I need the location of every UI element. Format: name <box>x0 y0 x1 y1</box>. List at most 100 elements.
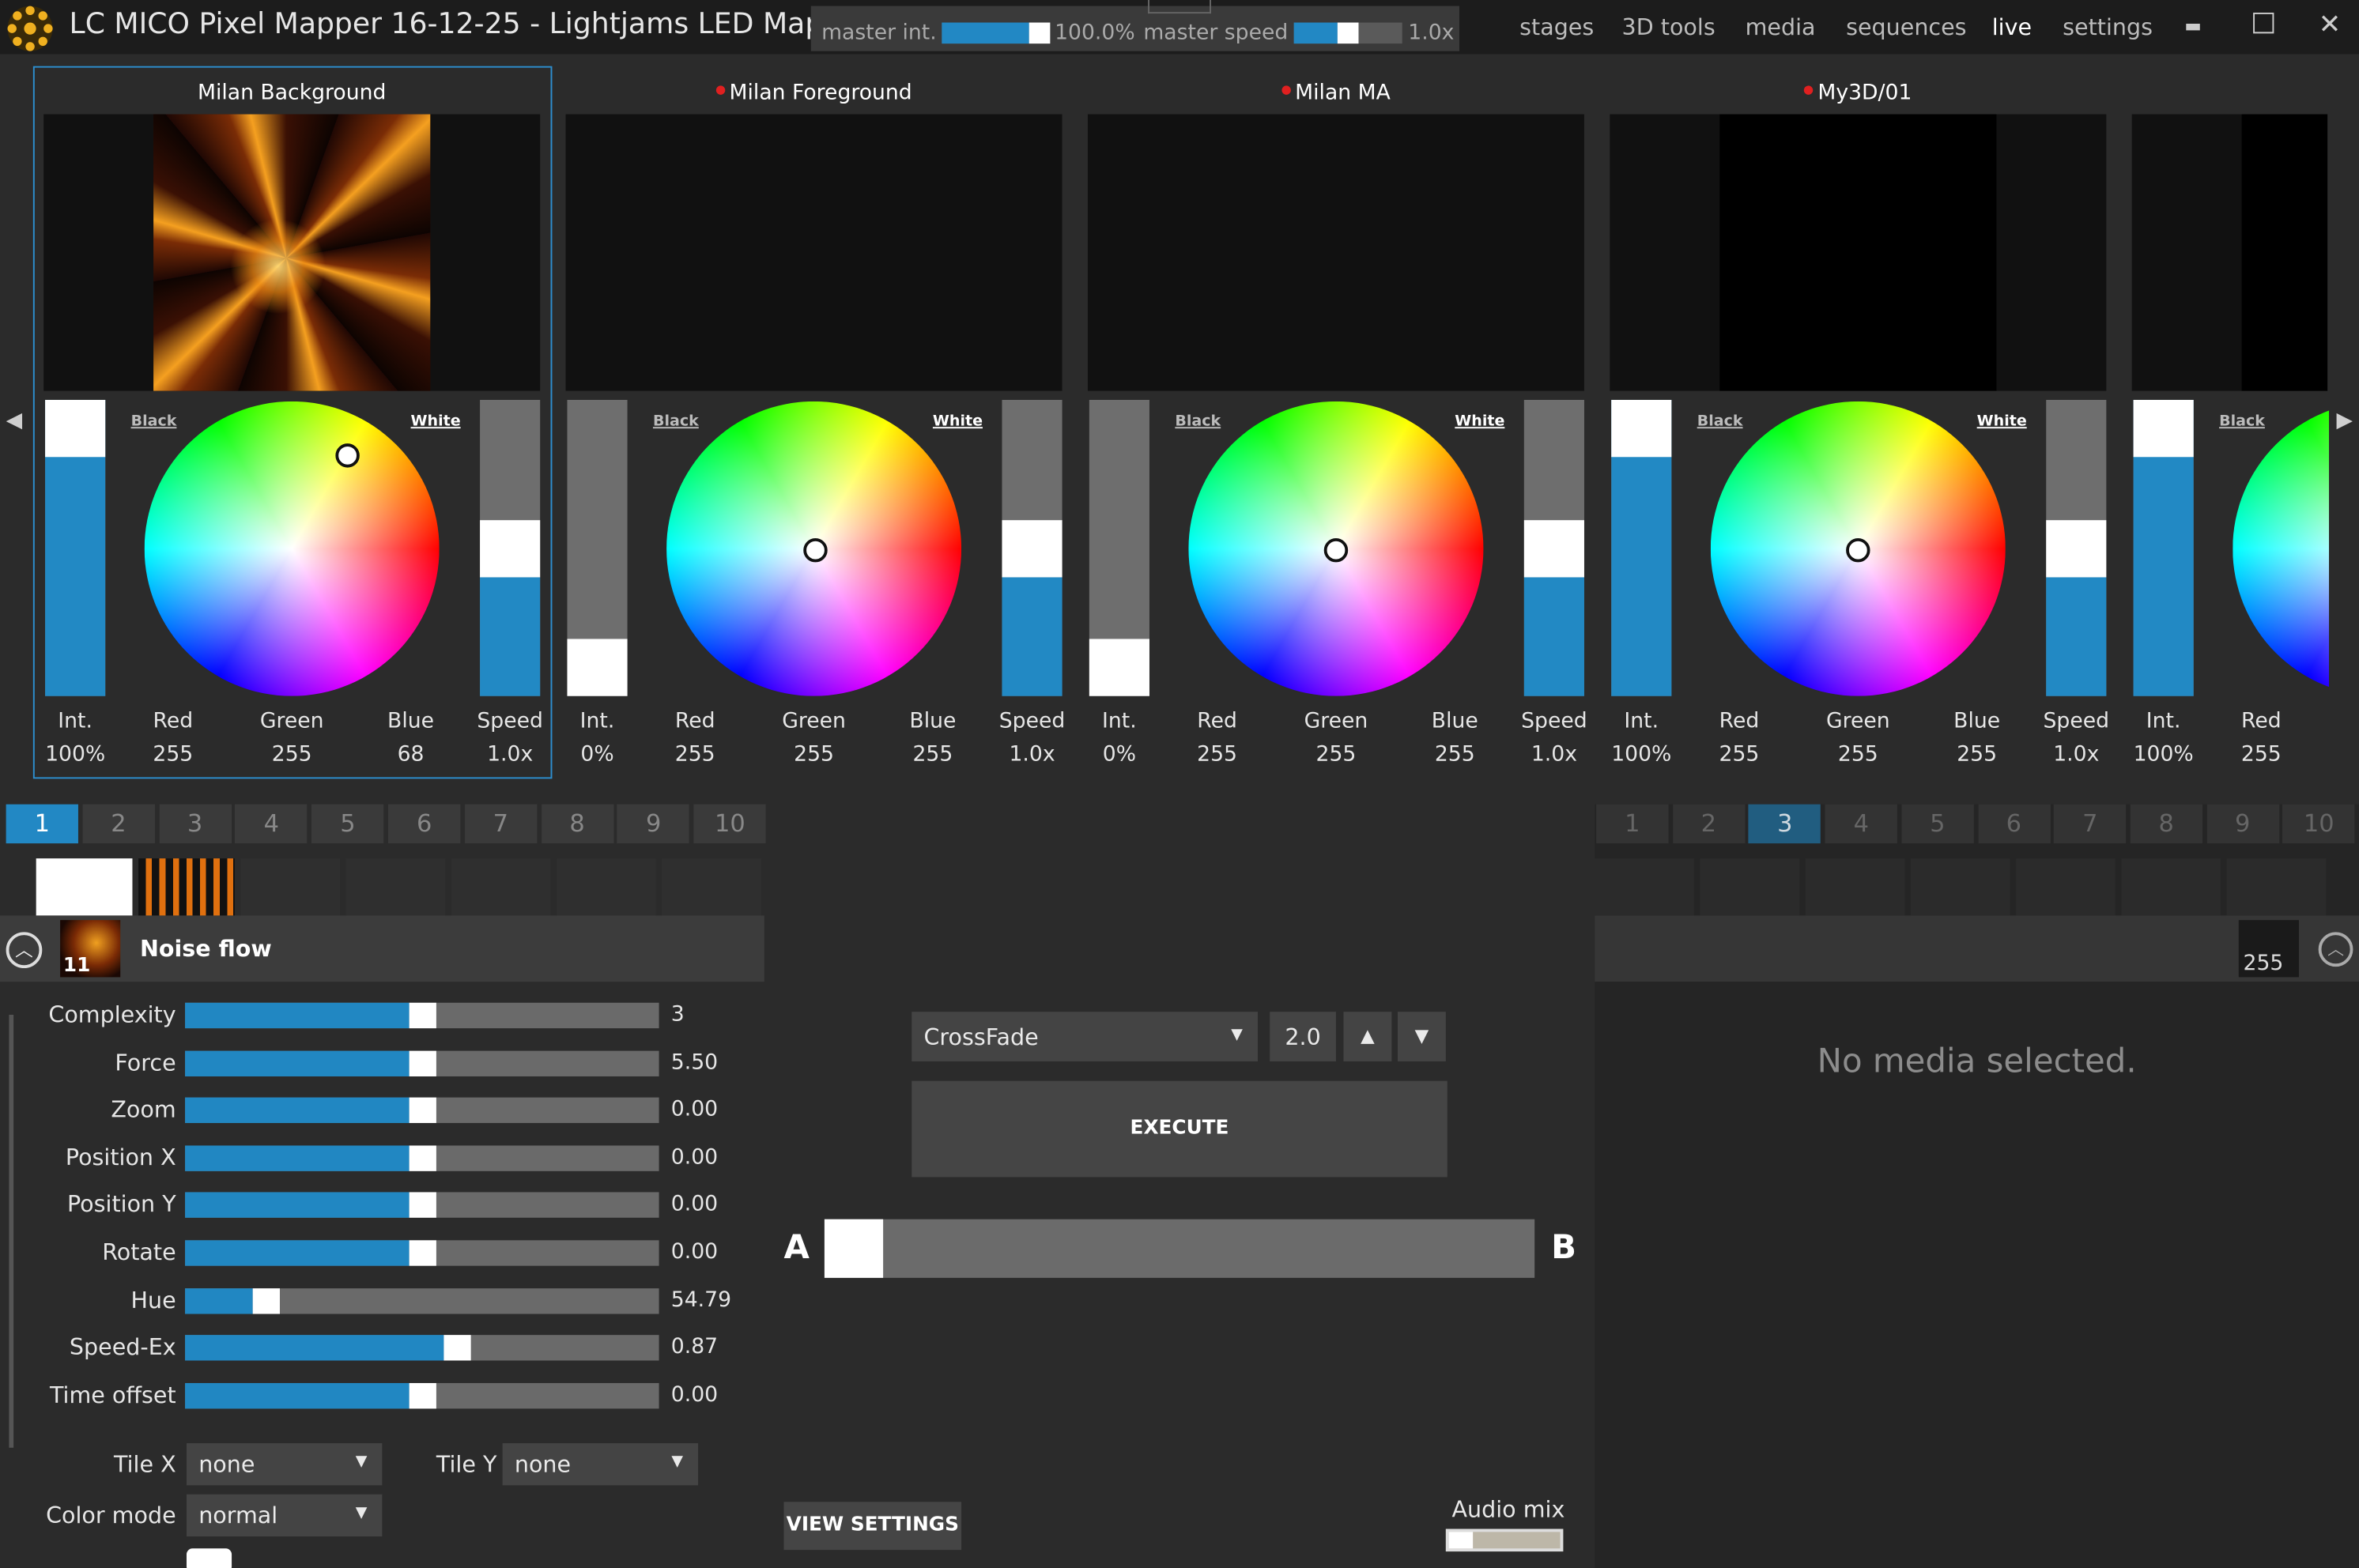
duration-up-icon[interactable]: ▲ <box>1343 1012 1392 1061</box>
param-value[interactable]: 54.79 <box>671 1287 731 1311</box>
intensity-thumb[interactable] <box>45 399 106 458</box>
speed-thumb[interactable] <box>2046 520 2107 578</box>
param-thumb[interactable] <box>443 1335 472 1361</box>
color-wheel[interactable] <box>144 401 440 696</box>
param-slider[interactable] <box>185 1145 659 1171</box>
media-slot[interactable] <box>2226 858 2327 916</box>
menu-stages[interactable]: stages <box>1519 13 1594 40</box>
layer-tab-7[interactable]: 7 <box>464 804 538 844</box>
layer-tab-3[interactable]: 3 <box>158 804 232 844</box>
master-speed-slider[interactable] <box>1293 22 1402 44</box>
duration-down-icon[interactable]: ▼ <box>1397 1012 1446 1061</box>
intensity-thumb[interactable] <box>1611 399 1672 458</box>
speed-slider[interactable] <box>2046 399 2107 696</box>
layer-tab-10[interactable]: 10 <box>2282 804 2355 844</box>
speed-thumb[interactable] <box>1523 520 1584 578</box>
media-slot[interactable] <box>2016 858 2116 916</box>
intensity-slider[interactable] <box>567 399 628 696</box>
speed-thumb[interactable] <box>480 520 541 578</box>
layer-tab-2[interactable]: 2 <box>1672 804 1746 844</box>
param-value[interactable]: 0.00 <box>671 1193 718 1216</box>
media-slot[interactable] <box>662 858 761 916</box>
layer-tab-9[interactable]: 9 <box>2206 804 2279 844</box>
scroll-right-icon[interactable]: ▶ <box>2337 409 2353 432</box>
color-wheel[interactable] <box>2233 401 2329 696</box>
black-label[interactable]: Black <box>653 413 699 430</box>
layer-tab-3[interactable]: 3 <box>1749 804 1821 844</box>
black-label[interactable]: Black <box>1697 413 1743 430</box>
menu-settings[interactable]: settings <box>2063 13 2153 40</box>
menu-live[interactable]: live <box>1992 13 2032 40</box>
stage-preview[interactable] <box>1087 114 1584 391</box>
param-slider[interactable] <box>185 1193 659 1219</box>
param-thumb[interactable] <box>408 1193 436 1219</box>
media-slot[interactable] <box>557 858 656 916</box>
view-settings-button[interactable]: VIEW SETTINGS <box>783 1502 962 1551</box>
maximize-icon[interactable]: □ <box>2251 6 2276 38</box>
color-selector[interactable] <box>335 443 360 468</box>
minimize-icon[interactable]: ▬ <box>2184 15 2202 36</box>
param-thumb[interactable] <box>408 1145 436 1171</box>
layer-tab-6[interactable]: 6 <box>387 804 461 844</box>
speed-slider[interactable] <box>1002 399 1062 696</box>
stage-preview[interactable] <box>1610 114 2107 391</box>
media-slot[interactable] <box>1910 858 2010 916</box>
collapse-icon[interactable]: ︿ <box>2318 932 2353 967</box>
tile-x-dropdown[interactable]: none ▼ <box>186 1443 383 1486</box>
speed-slider[interactable] <box>1523 399 1584 696</box>
layer-tab-4[interactable]: 4 <box>1825 804 1897 844</box>
param-value[interactable]: 0.00 <box>671 1098 718 1121</box>
color-mode-dropdown[interactable]: normal ▼ <box>186 1494 383 1537</box>
param-value[interactable]: 0.00 <box>671 1240 718 1264</box>
master-int-slider[interactable] <box>942 22 1051 44</box>
param-slider[interactable] <box>185 1382 659 1408</box>
stage-preview[interactable] <box>43 114 541 391</box>
collapse-icon[interactable]: ︿ <box>6 932 43 969</box>
intensity-slider[interactable] <box>45 399 106 696</box>
speed-slider[interactable] <box>480 399 541 696</box>
menu-sequences[interactable]: sequences <box>1846 13 1966 40</box>
param-value[interactable]: 0.00 <box>671 1383 718 1407</box>
intensity-slider[interactable] <box>1089 399 1149 696</box>
param-thumb[interactable] <box>408 1382 436 1408</box>
layer-tab-9[interactable]: 9 <box>617 804 690 844</box>
menu-3d-tools[interactable]: 3D tools <box>1622 13 1715 40</box>
param-thumb[interactable] <box>408 1097 436 1124</box>
speed-thumb[interactable] <box>1002 520 1062 578</box>
media-slot[interactable] <box>1805 858 1905 916</box>
white-label[interactable]: White <box>933 413 983 430</box>
close-icon[interactable]: ✕ <box>2319 9 2342 40</box>
param-slider[interactable] <box>185 1097 659 1124</box>
crossfade-thumb[interactable] <box>824 1219 884 1278</box>
master-speed-thumb[interactable] <box>1337 22 1359 44</box>
param-value[interactable]: 0.00 <box>671 1145 718 1169</box>
media-slot[interactable] <box>240 858 341 916</box>
layer-tab-8[interactable]: 8 <box>541 804 613 844</box>
param-slider[interactable] <box>185 1335 659 1361</box>
layer-tab-5[interactable]: 5 <box>1901 804 1974 844</box>
media-slot[interactable] <box>1700 858 1800 916</box>
black-label[interactable]: Black <box>131 413 177 430</box>
param-thumb[interactable] <box>408 1240 436 1266</box>
param-thumb[interactable] <box>408 1002 436 1029</box>
white-label[interactable]: White <box>1455 413 1504 430</box>
color-selector[interactable] <box>803 537 828 563</box>
param-slider[interactable] <box>185 1002 659 1029</box>
param-value[interactable]: 5.50 <box>671 1050 718 1074</box>
param-slider[interactable] <box>185 1287 659 1314</box>
media-slot-stripes[interactable] <box>138 858 235 916</box>
intensity-thumb[interactable] <box>2133 399 2194 458</box>
audio-mix-thumb[interactable] <box>1448 1532 1474 1549</box>
param-thumb[interactable] <box>408 1050 436 1076</box>
scroll-left-icon[interactable]: ◀ <box>6 409 23 432</box>
param-value[interactable]: 0.87 <box>671 1336 718 1359</box>
color-selector[interactable] <box>1846 537 1870 563</box>
param-thumb[interactable] <box>251 1287 280 1314</box>
media-slot[interactable] <box>2121 858 2221 916</box>
layer-tab-10[interactable]: 10 <box>693 804 767 844</box>
layer-tab-2[interactable]: 2 <box>82 804 155 844</box>
stage-preview[interactable] <box>2131 114 2328 391</box>
layer-tab-1[interactable]: 1 <box>6 804 78 844</box>
layer-tab-5[interactable]: 5 <box>311 804 384 844</box>
execute-button[interactable]: EXECUTE <box>912 1080 1447 1178</box>
